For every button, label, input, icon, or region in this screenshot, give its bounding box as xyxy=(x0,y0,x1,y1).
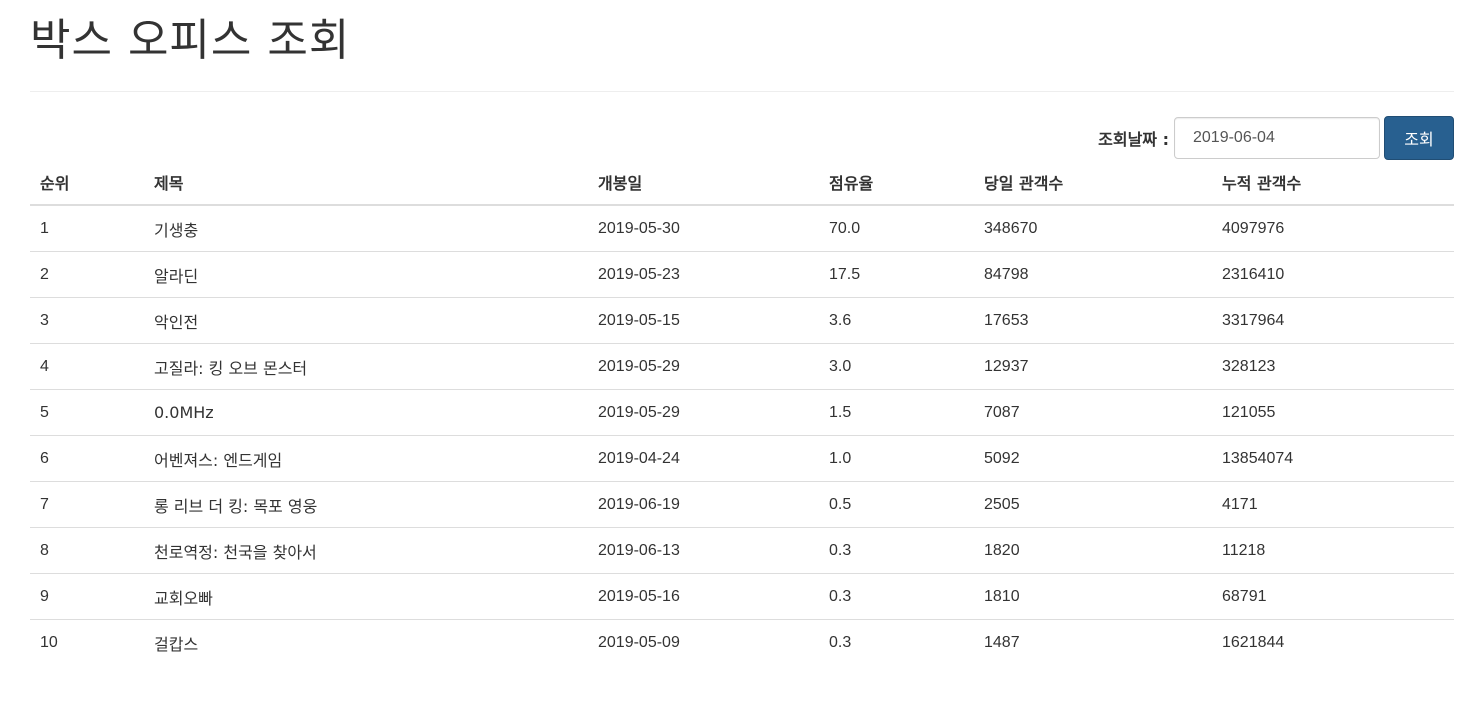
cell-rank: 1 xyxy=(40,219,49,237)
cell-open-date: 2019-05-30 xyxy=(598,219,680,237)
cell-total-audience: 4097976 xyxy=(1222,219,1285,237)
cell-share: 70.0 xyxy=(829,219,861,237)
cell-open-date: 2019-06-13 xyxy=(588,527,819,574)
cell-total-audience: 68791 xyxy=(1212,573,1454,620)
search-button[interactable]: 조회 xyxy=(1384,116,1454,160)
cell-share: 1.5 xyxy=(819,389,974,436)
cell-rank: 10 xyxy=(30,619,144,665)
cell-share: 0.3 xyxy=(819,527,974,574)
column-header-total-audience: 누적 관객수 xyxy=(1212,160,1454,206)
cell-title: 교회오빠 xyxy=(144,573,588,620)
search-bar: 조회날짜 : 조회 xyxy=(1098,116,1454,160)
cell-open-date: 2019-04-24 xyxy=(588,435,819,482)
title-divider xyxy=(30,91,1454,92)
column-header-daily-audience: 당일 관객수 xyxy=(974,160,1212,206)
table-row: 7롱 리브 더 킹: 목포 영웅 2019-06-19 0.5 2505 4171 xyxy=(30,481,1454,528)
cell-daily-audience: 84798 xyxy=(974,251,1212,298)
cell-open-date: 2019-05-29 xyxy=(588,389,819,436)
cell-total-audience: 1621844 xyxy=(1212,619,1454,665)
cell-rank: 7 xyxy=(30,481,144,528)
cell-rank: 3 xyxy=(30,297,144,344)
cell-open-date: 2019-05-16 xyxy=(588,573,819,620)
cell-share: 17.5 xyxy=(819,251,974,298)
cell-total-audience: 13854074 xyxy=(1212,435,1454,482)
cell-share: 0.5 xyxy=(819,481,974,528)
search-date-input[interactable] xyxy=(1174,117,1380,159)
column-header-rank: 순위 xyxy=(30,160,144,206)
column-header-share: 점유율 xyxy=(819,160,974,206)
cell-title: 천로역정: 천국을 찾아서 xyxy=(144,527,588,574)
cell-rank: 6 xyxy=(30,435,144,482)
cell-total-audience: 11218 xyxy=(1212,527,1454,574)
cell-title: 어벤져스: 엔드게임 xyxy=(144,435,588,482)
table-body: 1 기생충 2019-05-30 70.0 348670 4097976 2 알라딘 2019-… xyxy=(30,205,1454,665)
table-row: 2 알라딘 2019-05-23 17.5 84798 2316410 xyxy=(30,251,1454,298)
cell-rank: 2 xyxy=(30,251,144,298)
cell-open-date: 2019-05-23 xyxy=(588,251,819,298)
cell-title: 걸캅스 xyxy=(144,619,588,665)
table-header-row: 순위 제목 개봉일 점유율 당일 관객수 누적 관객수 xyxy=(30,160,1454,206)
table-row: 5 0.0MHz 2019-05-29 1.5 7087 121055 xyxy=(30,389,1454,436)
column-header-open-date: 개봉일 xyxy=(588,160,819,206)
cell-daily-audience: 17653 xyxy=(974,297,1212,344)
cell-title: 롱 리브 더 킹: 목포 영웅 xyxy=(144,481,588,528)
cell-title: 알라딘 xyxy=(144,251,588,298)
cell-daily-audience: 12937 xyxy=(974,343,1212,390)
cell-title: 0.0MHz xyxy=(144,389,588,436)
cell-rank: 5 xyxy=(30,389,144,436)
cell-share: 3.6 xyxy=(819,297,974,344)
page-container: 박스 오피스 조회 조회날짜 : 조회 순위 제목 개봉일 점유율 당일 관객수… xyxy=(30,0,1454,665)
cell-daily-audience: 1820 xyxy=(974,527,1212,574)
cell-total-audience: 328123 xyxy=(1212,343,1454,390)
cell-share: 3.0 xyxy=(819,343,974,390)
cell-total-audience: 4171 xyxy=(1212,481,1454,528)
cell-title: 기생충 xyxy=(154,220,199,240)
column-header-title: 제목 xyxy=(144,160,588,206)
cell-share: 1.0 xyxy=(819,435,974,482)
search-date-label: 조회날짜 : xyxy=(1098,130,1169,149)
page-title: 박스 오피스 조회 xyxy=(30,15,351,66)
table-row: 8 천로역정: 천국을 찾아서 2019-06-13 0.3 1820 11218 xyxy=(30,527,1454,574)
cell-total-audience: 2316410 xyxy=(1212,251,1454,298)
cell-title: 고질라: 킹 오브 몬스터 xyxy=(144,343,588,390)
cell-daily-audience: 2505 xyxy=(974,481,1212,528)
cell-daily-audience: 348670 xyxy=(984,219,1038,237)
cell-rank: 8 xyxy=(30,527,144,574)
table-row: 6 어벤져스: 엔드게임 2019-04-24 1.0 5092 13854074 xyxy=(30,435,1454,482)
table-row: 10 걸캅스 2019-05-09 0.3 1487 1621844 xyxy=(30,619,1454,665)
cell-total-audience: 3317964 xyxy=(1212,297,1454,344)
cell-daily-audience: 5092 xyxy=(974,435,1212,482)
cell-daily-audience: 1810 xyxy=(974,573,1212,620)
cell-open-date: 2019-05-29 xyxy=(588,343,819,390)
cell-share: 0.3 xyxy=(819,619,974,665)
cell-daily-audience: 7087 xyxy=(974,389,1212,436)
cell-open-date: 2019-06-19 xyxy=(588,481,819,528)
cell-open-date: 2019-05-09 xyxy=(588,619,819,665)
table-row: 4 고질라: 킹 오브 몬스터 2019-05-29 3.0 12937 328123 xyxy=(30,343,1454,390)
table-row: 3 악인전 2019-05-15 3.6 17653 3317964 xyxy=(30,297,1454,344)
cell-open-date: 2019-05-15 xyxy=(588,297,819,344)
table-row: 9 교회오빠 2019-05-16 0.3 1810 68791 xyxy=(30,573,1454,620)
cell-share: 0.3 xyxy=(819,573,974,620)
cell-daily-audience: 1487 xyxy=(974,619,1212,665)
cell-title: 악인전 xyxy=(144,297,588,344)
cell-rank: 4 xyxy=(30,343,144,390)
cell-rank: 9 xyxy=(30,573,144,620)
table-row: 1 기생충 2019-05-30 70.0 348670 4097976 xyxy=(30,205,1454,252)
cell-total-audience: 121055 xyxy=(1212,389,1454,436)
boxoffice-table: 순위 제목 개봉일 점유율 당일 관객수 누적 관객수 1 기생충 2019-05-… xyxy=(30,160,1454,665)
